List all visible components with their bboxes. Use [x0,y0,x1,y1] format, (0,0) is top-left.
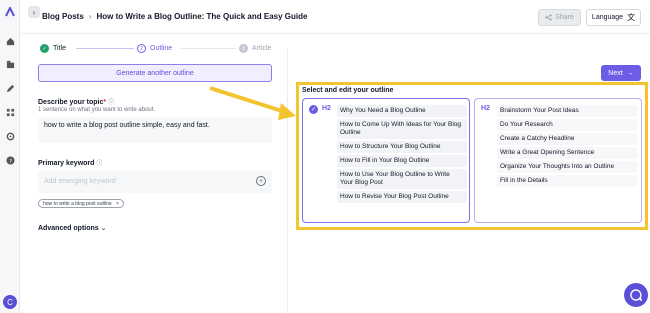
breadcrumb: Blog Posts › How to Write a Blog Outline: … [42,12,307,21]
outline-option-left[interactable]: ✓ H2 Why You Need a Blog Outline How to … [302,98,470,223]
user-avatar[interactable]: C [3,295,17,309]
outline-item[interactable]: How to Revise Your Blog Post Outline [337,191,467,203]
keyword-input[interactable]: Add emerging keyword + [38,171,272,193]
keyword-placeholder: Add emerging keyword [44,178,116,185]
topic-input[interactable]: how to write a blog post outline simple,… [38,117,272,143]
folders-icon[interactable] [4,58,16,70]
outline-option-right[interactable]: H2 Brainstorm Your Post Ideas Do Your Re… [474,98,642,223]
chevron-down-icon: ⌄ [100,225,107,232]
outline-item[interactable]: Organize Your Thoughts Into an Outline [497,161,637,173]
outline-item[interactable]: How to Come Up With Ideas for Your Blog … [337,119,467,139]
help-icon[interactable]: ? [4,154,16,166]
add-keyword-icon[interactable]: + [256,176,266,186]
info-icon: ⓘ [96,161,103,167]
outline-items: Why You Need a Blog Outline How to Come … [337,105,467,205]
next-button[interactable]: Next → [601,65,641,81]
advanced-options-label: Advanced options [38,225,99,232]
keyword-chip-label: how to write a blog post outline [43,201,112,207]
step-article-label: Article [252,45,272,52]
outline-item[interactable]: How to Fill in Your Blog Outline [337,155,467,167]
outline-item[interactable]: Do Your Research [497,119,637,131]
step-title[interactable]: ✓ Title [40,44,66,53]
keyword-label: Primary keyword ⓘ [38,160,103,167]
step-article-number: 3 [239,44,248,53]
svg-text:?: ? [9,158,12,164]
check-icon: ✓ [40,44,49,53]
logo-icon[interactable] [4,6,16,18]
outline-item[interactable]: How to Use Your Blog Outline to Write Yo… [337,169,467,189]
step-outline-number: 2 [137,44,146,53]
h2-tag: H2 [481,105,490,112]
step-connector [76,48,134,49]
step-article[interactable]: 3 Article [239,44,271,53]
outline-item[interactable]: Write a Great Opening Sentence [497,147,637,159]
outline-items: Brainstorm Your Post Ideas Do Your Resea… [497,105,637,189]
h2-tag: H2 [322,105,331,112]
advanced-options-toggle[interactable]: Advanced options ⌄ [38,224,107,232]
page-title: How to Write a Blog Outline: The Quick a… [96,12,308,21]
outline-heading: Select and edit your outline [302,87,394,94]
breadcrumb-separator: › [88,12,92,21]
outline-item[interactable]: Brainstorm Your Post Ideas [497,105,637,117]
language-button[interactable]: Language 文 [586,9,641,26]
translate-icon: 文 [627,13,636,22]
step-connector [180,48,236,49]
next-label: Next [608,69,623,77]
language-label: Language [591,14,624,21]
step-outline[interactable]: 2 Outline [137,44,172,53]
remove-chip-icon[interactable]: × [116,201,119,207]
arrow-right-icon: → [626,69,634,77]
settings-icon[interactable] [4,130,16,142]
chat-icon [630,289,642,301]
step-title-label: Title [53,45,66,52]
panel-divider [287,48,288,313]
outline-item[interactable]: How to Structure Your Blog Outline [337,141,467,153]
topic-hint: 1 sentence on what you want to write abo… [38,107,156,113]
left-rail: ? C [0,0,20,313]
share-button[interactable]: Share [538,9,581,26]
apps-icon[interactable] [4,106,16,118]
outline-item[interactable]: Why You Need a Blog Outline [337,105,467,117]
selected-check-icon: ✓ [309,105,318,114]
share-icon [545,14,552,21]
home-icon[interactable] [4,35,16,47]
outline-item[interactable]: Create a Catchy Headline [497,133,637,145]
chevron-right-icon: › [32,7,36,17]
share-label: Share [555,14,574,21]
step-outline-label: Outline [150,45,173,52]
pen-icon[interactable] [4,82,16,94]
collapse-sidebar-button[interactable]: › [28,6,40,18]
top-header: › Blog Posts › How to Write a Blog Outline… [20,0,650,34]
generate-outline-button[interactable]: Generate another outline [38,64,272,82]
chat-button[interactable] [624,283,648,307]
outline-item[interactable]: Fill in the Details [497,175,637,187]
progress-steps: ✓ Title 2 Outline 3 Article [40,44,280,56]
breadcrumb-root[interactable]: Blog Posts [42,12,84,21]
topic-label: Describe your topic* ⓘ [38,99,115,106]
keyword-chip[interactable]: how to write a blog post outline × [38,199,124,208]
info-icon: ⓘ [108,100,115,106]
